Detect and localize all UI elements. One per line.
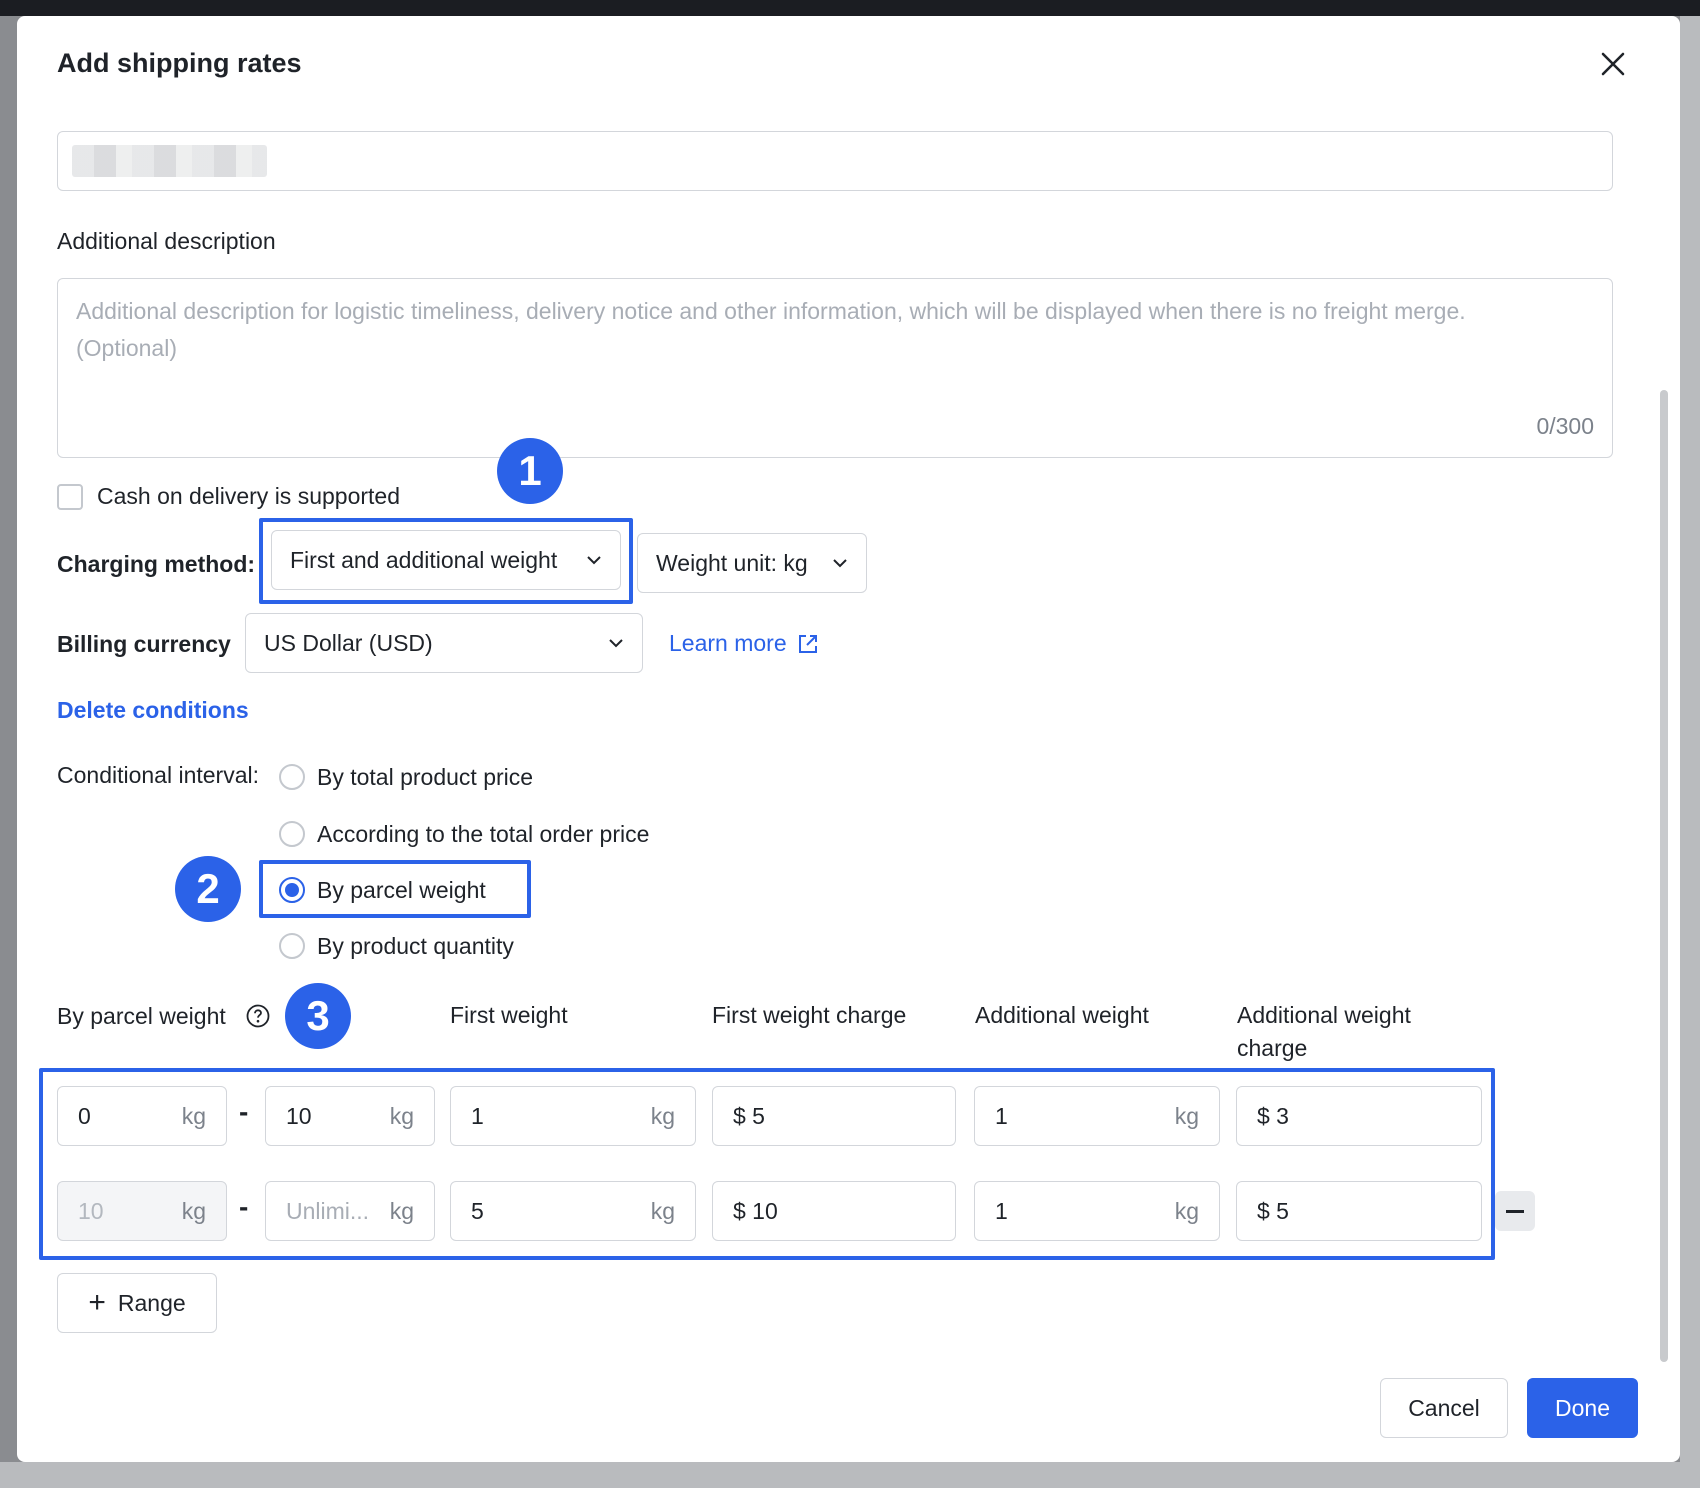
additional-weight-value: 1 (995, 1197, 1008, 1224)
chevron-down-icon (598, 638, 624, 648)
redacted-value (72, 145, 267, 177)
plus-icon: + (88, 1286, 106, 1319)
range-from-value: 0 (78, 1102, 91, 1129)
range-from-value: 10 (78, 1197, 104, 1224)
header-additional-weight-charge-line2: charge (1237, 1035, 1308, 1061)
header-additional-weight-charge: Additional weight (1237, 1002, 1411, 1028)
unit-label: kg (650, 1197, 675, 1224)
dialog-title: Add shipping rates (57, 48, 302, 78)
first-weight-value: 5 (471, 1197, 484, 1224)
billing-currency-value: US Dollar (USD) (264, 629, 433, 656)
option-label: According to the total order price (317, 821, 650, 847)
description-label: Additional description (57, 228, 276, 254)
annotation-badge-2: 2 (175, 856, 241, 922)
header-by-parcel-weight: By parcel weight (57, 1003, 226, 1029)
range-to-input[interactable]: 10 kg (265, 1086, 435, 1146)
unit-label: kg (389, 1197, 414, 1224)
conditional-interval-label: Conditional interval: (57, 762, 260, 788)
learn-more-text: Learn more (669, 630, 787, 656)
delete-conditions-link[interactable]: Delete conditions (57, 697, 249, 724)
additional-weight-input[interactable]: 1 kg (974, 1181, 1220, 1241)
unit-label: kg (181, 1197, 206, 1224)
first-weight-charge-value: $ 10 (733, 1197, 778, 1224)
option-label: By product quantity (317, 933, 514, 959)
additional-weight-charge-value: $ 3 (1257, 1102, 1289, 1129)
additional-weight-charge-input[interactable]: $ 5 (1236, 1181, 1482, 1241)
header-first-weight-charge: First weight charge (712, 1002, 907, 1028)
remove-range-button[interactable] (1495, 1191, 1535, 1231)
unit-label: kg (1174, 1102, 1199, 1129)
learn-more-link[interactable]: Learn more (669, 630, 819, 657)
help-icon[interactable] (245, 1003, 271, 1034)
cod-checkbox[interactable] (57, 484, 83, 510)
first-weight-input[interactable]: 1 kg (450, 1086, 696, 1146)
additional-weight-charge-value: $ 5 (1257, 1197, 1289, 1224)
description-placeholder: Additional description for logistic time… (76, 298, 1466, 324)
billing-currency-label: Billing currency (57, 631, 231, 657)
range-dash: - (239, 1096, 249, 1127)
range-dash: - (239, 1191, 249, 1222)
charging-method-value: First and additional weight (290, 546, 558, 573)
chevron-down-icon (822, 558, 848, 568)
add-shipping-rates-dialog: Add shipping rates Additional descriptio… (17, 16, 1680, 1462)
header-additional-weight: Additional weight (975, 1002, 1149, 1028)
first-weight-charge-input[interactable]: $ 5 (712, 1086, 956, 1146)
unit-label: kg (181, 1102, 206, 1129)
range-to-input[interactable]: Unlimi... kg (265, 1181, 435, 1241)
option-label: By total product price (317, 764, 534, 790)
radio-by-product-quantity[interactable] (279, 933, 305, 959)
first-weight-charge-value: $ 5 (733, 1102, 765, 1129)
charging-method-select[interactable]: First and additional weight (271, 530, 621, 590)
charging-method-label: Charging method: (57, 551, 256, 577)
range-to-placeholder: Unlimi... (286, 1197, 370, 1224)
unit-label: kg (650, 1102, 675, 1129)
radio-by-total-product-price[interactable] (279, 764, 305, 790)
cancel-button[interactable]: Cancel (1380, 1378, 1508, 1438)
add-range-label: Range (117, 1289, 186, 1316)
window-top-bar (0, 0, 1700, 16)
additional-weight-value: 1 (995, 1102, 1008, 1129)
cod-label: Cash on delivery is supported (97, 483, 400, 509)
add-range-button[interactable]: + Range (57, 1273, 217, 1333)
range-to-value: 10 (286, 1102, 312, 1129)
description-placeholder-optional: (Optional) (76, 335, 177, 361)
external-link-icon (797, 633, 819, 655)
rate-name-input[interactable] (57, 131, 1613, 191)
scrollbar[interactable] (1660, 390, 1668, 1362)
character-counter: 0/300 (1536, 413, 1594, 439)
additional-weight-charge-input[interactable]: $ 3 (1236, 1086, 1482, 1146)
weight-unit-select[interactable]: Weight unit: kg (637, 533, 867, 593)
backdrop (1680, 16, 1700, 1488)
unit-label: kg (1174, 1197, 1199, 1224)
radio-by-parcel-weight[interactable] (279, 877, 305, 903)
billing-currency-select[interactable]: US Dollar (USD) (245, 613, 643, 673)
done-button[interactable]: Done (1527, 1378, 1638, 1438)
first-weight-charge-input[interactable]: $ 10 (712, 1181, 956, 1241)
weight-unit-value: Weight unit: kg (656, 549, 808, 576)
minus-icon (1506, 1209, 1524, 1213)
first-weight-input[interactable]: 5 kg (450, 1181, 696, 1241)
additional-weight-input[interactable]: 1 kg (974, 1086, 1220, 1146)
backdrop-bottom (0, 1462, 1700, 1488)
first-weight-value: 1 (471, 1102, 484, 1129)
close-icon[interactable] (1595, 46, 1631, 82)
header-first-weight: First weight (450, 1002, 568, 1028)
radio-by-total-order-price[interactable] (279, 821, 305, 847)
description-textarea[interactable]: Additional description for logistic time… (57, 278, 1613, 458)
annotation-badge-1: 1 (497, 438, 563, 504)
range-from-input: 10 kg (57, 1181, 227, 1241)
option-label: By parcel weight (317, 877, 486, 903)
annotation-badge-3: 3 (285, 983, 351, 1049)
unit-label: kg (389, 1102, 414, 1129)
chevron-down-icon (576, 555, 602, 565)
range-from-input[interactable]: 0 kg (57, 1086, 227, 1146)
